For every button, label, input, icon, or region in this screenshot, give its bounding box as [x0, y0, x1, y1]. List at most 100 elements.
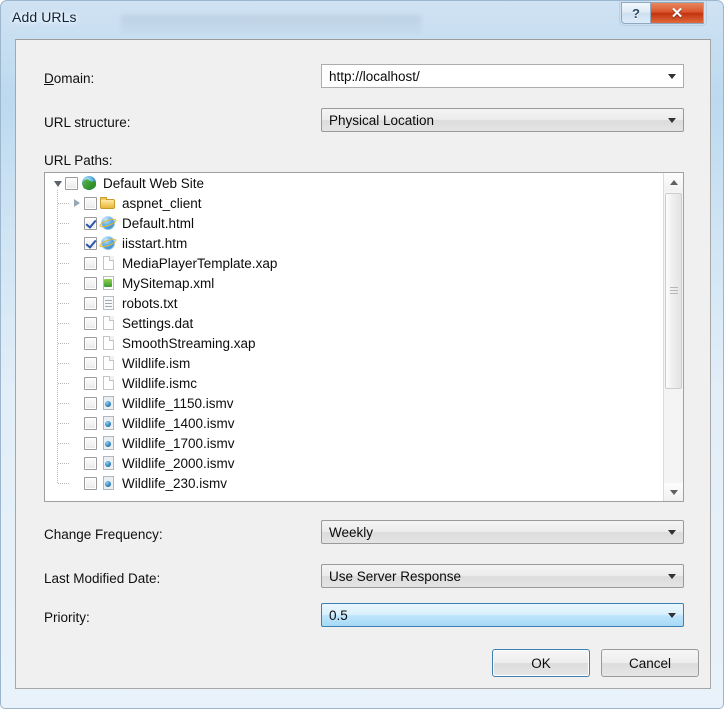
- tree-item-checkbox[interactable]: [84, 256, 97, 270]
- tree-row[interactable]: SmoothStreaming.xap: [45, 333, 663, 353]
- priority-value: 0.5: [329, 607, 348, 623]
- last-modified-date-label: Last Modified Date:: [44, 571, 161, 586]
- expander-placeholder: [70, 353, 84, 373]
- media-icon: [100, 475, 116, 491]
- tree-row[interactable]: robots.txt: [45, 293, 663, 313]
- close-icon: ✕: [670, 5, 684, 22]
- expander-placeholder: [70, 373, 84, 393]
- expander-placeholder: [70, 253, 84, 273]
- tree-item-checkbox[interactable]: [84, 196, 97, 210]
- triangle-down-icon: [54, 181, 62, 187]
- tree-row[interactable]: Wildlife_2000.ismv: [45, 453, 663, 473]
- last-modified-date-dropdown[interactable]: Use Server Response: [321, 564, 684, 588]
- tree-item-label: robots.txt: [122, 295, 178, 311]
- tree-item-checkbox[interactable]: [84, 476, 97, 490]
- doc-icon: [100, 335, 116, 351]
- tree-row[interactable]: Wildlife_1400.ismv: [45, 413, 663, 433]
- tree-row[interactable]: Default Web Site: [45, 173, 663, 193]
- tree-item-label: Settings.dat: [122, 315, 194, 331]
- tree-item-checkbox[interactable]: [84, 436, 97, 450]
- tree-item-label: MediaPlayerTemplate.xap: [122, 255, 278, 271]
- tree-row[interactable]: MediaPlayerTemplate.xap: [45, 253, 663, 273]
- priority-dropdown-arrow[interactable]: [661, 604, 683, 626]
- tree-item-checkbox[interactable]: [84, 356, 97, 370]
- tree-item-label: Wildlife_2000.ismv: [122, 455, 235, 471]
- expander-placeholder: [70, 413, 84, 433]
- folder-icon: [100, 195, 116, 211]
- domain-combobox[interactable]: http://localhost/: [321, 64, 684, 88]
- tree-row[interactable]: Settings.dat: [45, 313, 663, 333]
- tree-item-checkbox[interactable]: [84, 216, 97, 230]
- expander-placeholder: [70, 433, 84, 453]
- tree-item-label: Wildlife_1400.ismv: [122, 415, 235, 431]
- tree-item-checkbox[interactable]: [84, 416, 97, 430]
- chevron-down-icon: [668, 612, 676, 618]
- tree-item-label: MySitemap.xml: [122, 275, 215, 291]
- tree-item-label: Wildlife.ismc: [122, 375, 198, 391]
- globe-icon: [81, 175, 97, 191]
- tree-row[interactable]: MySitemap.xml: [45, 273, 663, 293]
- chevron-down-icon: [668, 73, 676, 79]
- tree-row[interactable]: Wildlife_230.ismv: [45, 473, 663, 493]
- tree-row[interactable]: Default.html: [45, 213, 663, 233]
- cancel-button[interactable]: Cancel: [601, 649, 699, 677]
- tree-item-label: iisstart.htm: [122, 235, 188, 251]
- tree-item-checkbox[interactable]: [84, 316, 97, 330]
- question-mark-icon: ?: [632, 5, 640, 21]
- expander-placeholder: [70, 213, 84, 233]
- tree-item-checkbox[interactable]: [84, 296, 97, 310]
- expander-placeholder: [70, 313, 84, 333]
- tree-item-checkbox[interactable]: [84, 456, 97, 470]
- doc-icon: [100, 375, 116, 391]
- tree-row[interactable]: Wildlife.ismc: [45, 373, 663, 393]
- tree-item-label: Wildlife_1700.ismv: [122, 435, 235, 451]
- chevron-down-icon: [668, 573, 676, 579]
- tree-row[interactable]: Wildlife_1700.ismv: [45, 433, 663, 453]
- dialog-client-area: Domain: http://localhost/ URL structure:…: [15, 39, 711, 689]
- scrollbar-up-button[interactable]: [664, 173, 683, 191]
- tree-row[interactable]: Wildlife_1150.ismv: [45, 393, 663, 413]
- expander-placeholder: [70, 453, 84, 473]
- tree-rows-container: Default Web Site aspnet_client Default.htm…: [45, 173, 663, 493]
- tree-item-checkbox[interactable]: [84, 376, 97, 390]
- doc-icon: [100, 355, 116, 371]
- ok-button[interactable]: OK: [492, 649, 590, 677]
- change-frequency-dropdown[interactable]: Weekly: [321, 520, 684, 544]
- scrollbar-grip-icon: [670, 287, 678, 295]
- expander-placeholder: [70, 233, 84, 253]
- priority-dropdown[interactable]: 0.5: [321, 603, 684, 627]
- ok-button-label: OK: [531, 655, 551, 671]
- tree-item-checkbox[interactable]: [84, 276, 97, 290]
- expander-placeholder: [70, 293, 84, 313]
- scrollbar-down-button[interactable]: [664, 483, 683, 501]
- chevron-down-icon: [668, 117, 676, 123]
- tree-item-checkbox[interactable]: [84, 236, 97, 250]
- tree-vertical-scrollbar[interactable]: [663, 173, 683, 501]
- html-icon: [100, 215, 116, 231]
- expander-collapsed-icon[interactable]: [70, 193, 84, 213]
- url-structure-dropdown[interactable]: Physical Location: [321, 108, 684, 132]
- last-modified-date-dropdown-arrow[interactable]: [661, 565, 683, 587]
- tree-item-checkbox[interactable]: [84, 396, 97, 410]
- url-structure-value: Physical Location: [329, 112, 435, 128]
- tree-row[interactable]: aspnet_client: [45, 193, 663, 213]
- tree-item-label: Default.html: [122, 215, 195, 231]
- tree-row[interactable]: iisstart.htm: [45, 233, 663, 253]
- close-button[interactable]: ✕: [651, 2, 704, 24]
- title-bar[interactable]: Add URLs ? ✕: [1, 1, 724, 41]
- tree-item-label: Wildlife_230.ismv: [122, 475, 228, 491]
- url-paths-tree[interactable]: Default Web Site aspnet_client Default.htm…: [44, 172, 684, 502]
- tree-row[interactable]: Wildlife.ism: [45, 353, 663, 373]
- chevron-down-icon: [668, 529, 676, 535]
- arrow-down-icon: [669, 489, 678, 495]
- scrollbar-thumb[interactable]: [665, 193, 682, 389]
- tree-item-checkbox[interactable]: [84, 336, 97, 350]
- expander-expanded-icon[interactable]: [51, 173, 65, 193]
- html-icon: [100, 235, 116, 251]
- expander-placeholder: [70, 273, 84, 293]
- url-structure-dropdown-arrow[interactable]: [661, 109, 683, 131]
- change-frequency-dropdown-arrow[interactable]: [661, 521, 683, 543]
- tree-item-checkbox[interactable]: [65, 176, 78, 190]
- domain-dropdown-arrow[interactable]: [661, 65, 683, 87]
- help-button[interactable]: ?: [621, 2, 651, 24]
